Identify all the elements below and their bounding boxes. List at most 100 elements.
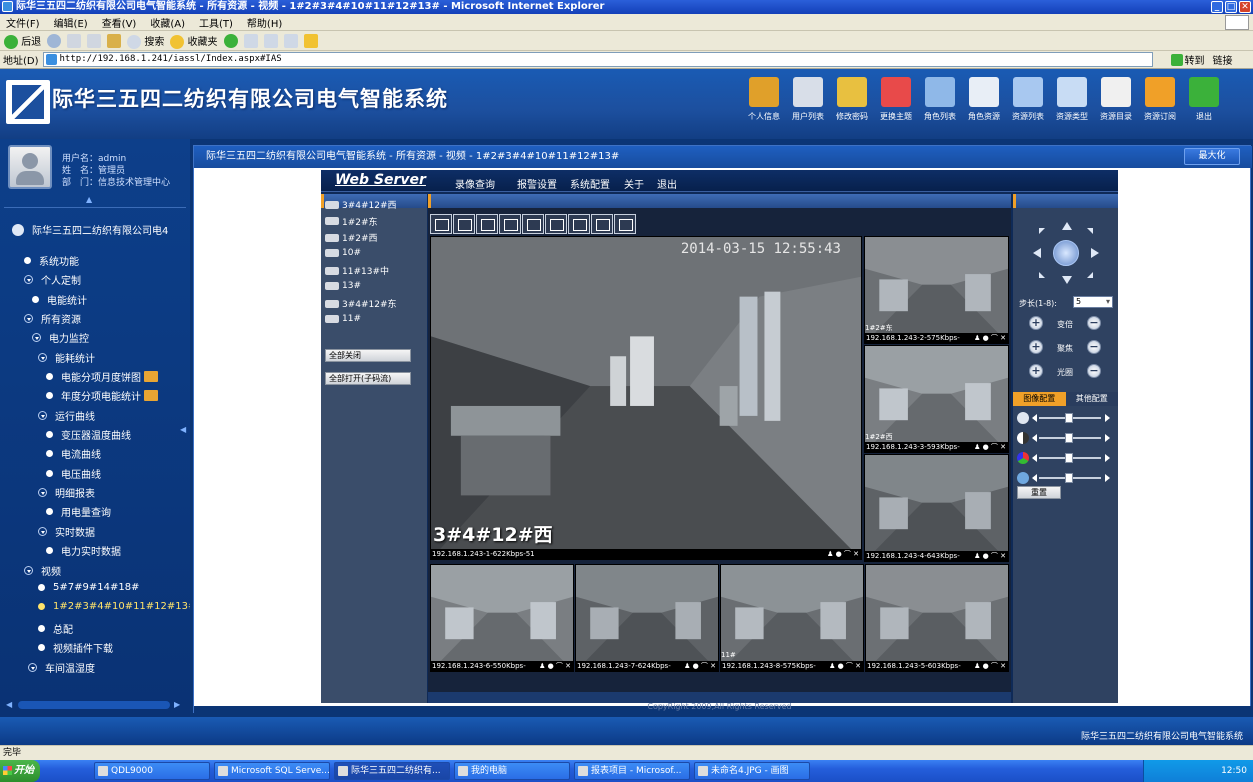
menu-recording-query[interactable]: 录像查询 [455, 176, 495, 191]
zoom-out-button[interactable]: − [1087, 316, 1101, 330]
header-icon-button-0[interactable]: 个人信息 [742, 77, 786, 122]
header-icon-button-3[interactable]: 更换主题 [874, 77, 918, 122]
layout-8-icon[interactable] [522, 214, 544, 234]
microphone-icon[interactable] [614, 214, 636, 234]
brightness-slider[interactable] [1017, 412, 1115, 424]
contrast-slider[interactable] [1017, 432, 1115, 444]
expand-toggle-icon[interactable] [32, 333, 41, 342]
maximize-window-button[interactable]: □ [1225, 1, 1237, 13]
expand-toggle-icon[interactable] [24, 314, 33, 323]
media-icon[interactable] [223, 33, 238, 48]
tree-item[interactable]: 所有资源 [24, 311, 81, 326]
iris-close-button[interactable]: − [1087, 364, 1101, 378]
tree-item[interactable]: 1#2#3#4#10#11#12#13# [38, 601, 196, 612]
ptz-up-left-icon[interactable] [1039, 228, 1045, 234]
open-all-button[interactable]: 全部打开(子码流) [325, 372, 411, 385]
expand-toggle-icon[interactable] [24, 566, 33, 575]
layout-4-icon[interactable] [476, 214, 498, 234]
video-tile[interactable]: 192.168.1.243-7-624Kbps- ♟ ● ⌒ ✕ [575, 564, 719, 672]
print-icon[interactable] [283, 33, 298, 48]
layout-6-icon[interactable] [499, 214, 521, 234]
tree-item[interactable]: 电能统计 [32, 292, 87, 307]
menu-system-config[interactable]: 系统配置 [570, 176, 610, 191]
menu-alarm-settings[interactable]: 报警设置 [517, 176, 557, 191]
tree-item[interactable]: 年度分项电能统计 [46, 388, 158, 403]
back-button[interactable]: 后退 [4, 33, 41, 49]
tree-item[interactable]: 运行曲线 [38, 408, 95, 423]
iris-open-button[interactable]: + [1029, 364, 1043, 378]
go-button[interactable]: 转到 [1170, 52, 1205, 67]
tab-image-config[interactable]: 图像配置 [1013, 392, 1066, 406]
taskbar-button-qdl9000[interactable]: QDL9000 [94, 762, 210, 780]
layout-13-icon[interactable] [568, 214, 590, 234]
taskbar-button-ie[interactable]: 际华三五四二纺织有... [334, 762, 450, 780]
start-button[interactable]: 开始 [0, 760, 40, 782]
header-icon-button-4[interactable]: 角色列表 [918, 77, 962, 122]
expand-toggle-icon[interactable] [24, 275, 33, 284]
tree-item[interactable]: 个人定制 [24, 272, 81, 287]
expand-toggle-icon[interactable] [38, 411, 47, 420]
expand-toggle-icon[interactable] [38, 353, 47, 362]
camera-list-item[interactable]: 11# [325, 314, 361, 324]
menu-tools[interactable]: 工具(T) [199, 15, 233, 30]
folder-icon[interactable] [303, 33, 318, 48]
search-button[interactable]: 搜索 [127, 33, 164, 49]
menu-about[interactable]: 关于 [624, 176, 644, 191]
tree-item[interactable]: 系统功能 [24, 253, 79, 268]
hue-slider[interactable] [1017, 472, 1115, 484]
video-tile[interactable]: 1#2#西 192.168.1.243-3-593Kbps- ♟ ● ⌒ ✕ [864, 345, 1009, 453]
header-icon-button-5[interactable]: 角色资源 [962, 77, 1006, 122]
forward-arrow-icon[interactable] [47, 33, 62, 48]
home-icon[interactable] [107, 33, 122, 48]
menu-view[interactable]: 查看(V) [102, 15, 137, 30]
video-tile[interactable]: 192.168.1.243-6-550Kbps- ♟ ● ⌒ ✕ [430, 564, 574, 672]
tree-item[interactable]: 变压器温度曲线 [46, 427, 131, 442]
taskbar-button-my-computer[interactable]: 我的电脑 [454, 762, 570, 780]
refresh-icon[interactable] [87, 33, 102, 48]
taskbar-button-sql-server[interactable]: Microsoft SQL Serve... [214, 762, 330, 780]
camera-list-item[interactable]: 11#13#中 [325, 264, 389, 277]
camera-list-item[interactable]: 13# [325, 281, 361, 291]
taskbar-button-paint[interactable]: 未命名4.JPG - 画图 [694, 762, 810, 780]
video-tile[interactable]: 192.168.1.243-5-603Kbps- ♟ ● ⌒ ✕ [865, 564, 1009, 672]
menu-exit[interactable]: 退出 [657, 176, 677, 191]
sidebar-horizontal-scrollbar[interactable] [18, 701, 170, 709]
ptz-left-icon[interactable] [1033, 248, 1041, 258]
close-all-button[interactable]: 全部关闭 [325, 349, 411, 362]
header-icon-button-7[interactable]: 资源类型 [1050, 77, 1094, 122]
focus-out-button[interactable]: − [1087, 340, 1101, 354]
favorites-button[interactable]: 收藏夹 [170, 33, 218, 49]
menu-edit[interactable]: 编辑(E) [54, 15, 88, 30]
ptz-down-icon[interactable] [1062, 276, 1072, 284]
video-tile[interactable]: 11# 192.168.1.243-8-575Kbps- ♟ ● ⌒ ✕ [720, 564, 864, 672]
camera-list-item[interactable]: 1#2#西 [325, 231, 378, 244]
tree-item[interactable]: 电流曲线 [46, 446, 101, 461]
taskbar-button-report[interactable]: 报表项目 - Microsof... [574, 762, 690, 780]
expand-toggle-icon[interactable] [28, 663, 37, 672]
header-icon-button-1[interactable]: 用户列表 [786, 77, 830, 122]
step-select[interactable]: 5 ▾ [1073, 296, 1113, 308]
ptz-right-icon[interactable] [1091, 248, 1099, 258]
layout-1-icon[interactable] [430, 214, 452, 234]
menu-favorites[interactable]: 收藏(A) [150, 15, 185, 30]
links-button[interactable]: 链接 [1213, 52, 1233, 67]
collapse-left-icon[interactable]: ◀ [180, 425, 188, 435]
mail-icon[interactable] [263, 33, 278, 48]
minimize-button[interactable]: _ [1211, 1, 1223, 13]
camera-list-item[interactable]: 1#2#东 [325, 215, 378, 228]
main-video[interactable]: 2014-03-15 12:55:43 3#4#12#西 192.168.1.2… [430, 236, 862, 560]
focus-in-button[interactable]: + [1029, 340, 1043, 354]
saturation-slider[interactable] [1017, 452, 1115, 464]
tree-item[interactable]: 实时数据 [38, 524, 95, 539]
tree-item[interactable]: 能耗统计 [38, 350, 95, 365]
layout-9-icon[interactable] [545, 214, 567, 234]
tree-item[interactable]: 视频 [24, 563, 61, 578]
header-icon-button-6[interactable]: 资源列表 [1006, 77, 1050, 122]
ptz-up-icon[interactable] [1062, 222, 1072, 230]
tree-item[interactable]: 视频插件下载 [38, 640, 113, 655]
tree-item[interactable]: 电力监控 [32, 330, 89, 345]
tree-item[interactable]: 明细报表 [38, 485, 95, 500]
zoom-in-button[interactable]: + [1029, 316, 1043, 330]
stop-icon[interactable] [67, 33, 82, 48]
header-icon-button-2[interactable]: 修改密码 [830, 77, 874, 122]
